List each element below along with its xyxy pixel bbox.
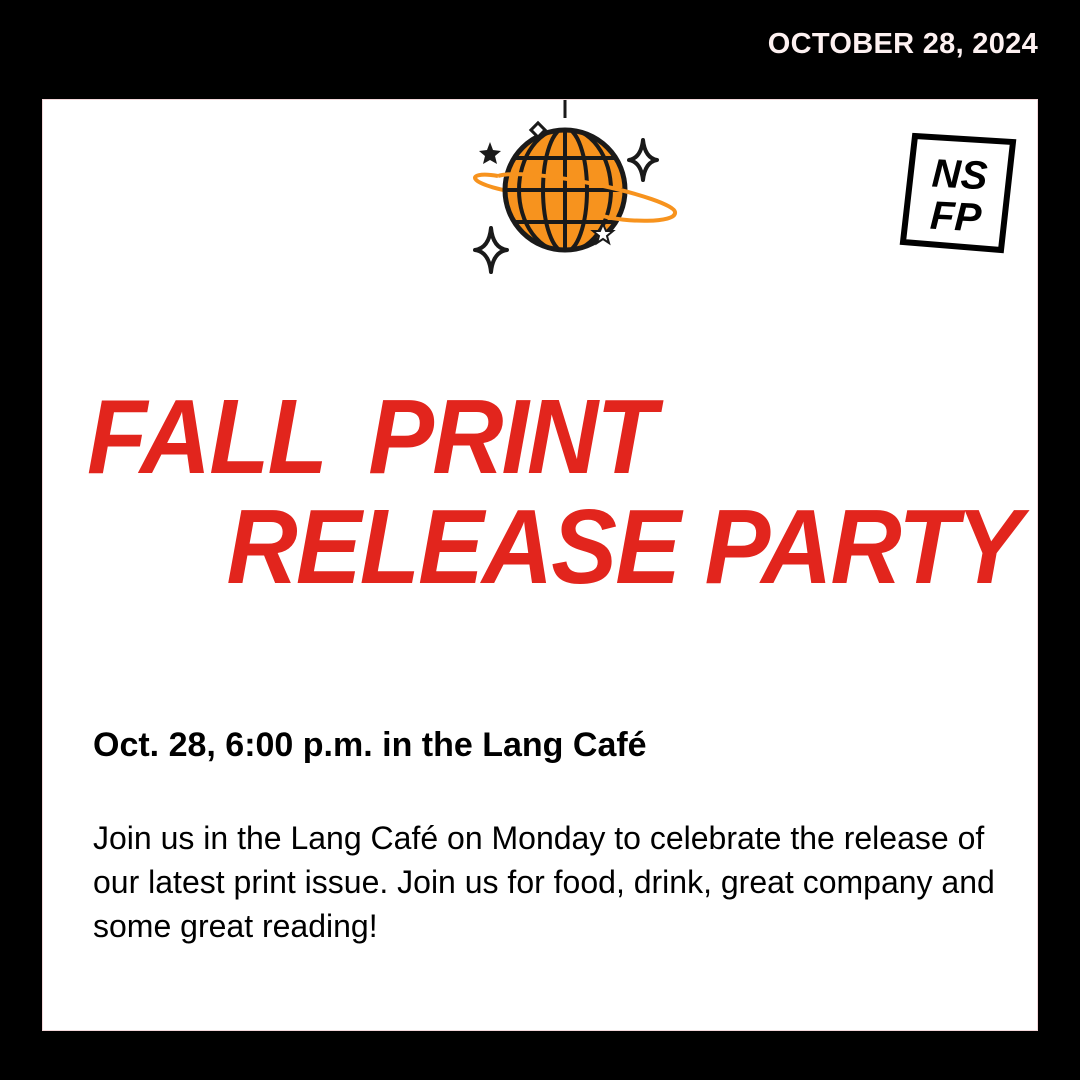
- date-header: OCTOBER 28, 2024: [767, 28, 1038, 60]
- headline-line-1: FALL PRINT: [87, 378, 657, 496]
- sparkle-icon: [473, 226, 509, 274]
- event-description: Join us in the Lang Café on Monday to ce…: [93, 820, 995, 944]
- logo-line-1: NS: [931, 152, 989, 199]
- poster-background: OCTOBER 28, 2024 NS FP FALL PRINT RELEAS…: [0, 0, 1080, 1080]
- star-icon: [479, 142, 501, 164]
- nsfp-logo: NS FP: [899, 132, 1017, 254]
- event-headline: FALL PRINT RELEASE PARTY: [87, 378, 1023, 606]
- sparkle-icon: [627, 138, 659, 182]
- logo-line-2: FP: [929, 194, 983, 241]
- event-date-location: Oct. 28, 6:00 p.m. in the Lang Café: [93, 726, 647, 764]
- poster-card: NS FP FALL PRINT RELEASE PARTY Oct. 28, …: [42, 99, 1038, 1031]
- disco-ball-icon: [473, 100, 677, 274]
- headline-line-2: RELEASE PARTY: [226, 488, 1023, 606]
